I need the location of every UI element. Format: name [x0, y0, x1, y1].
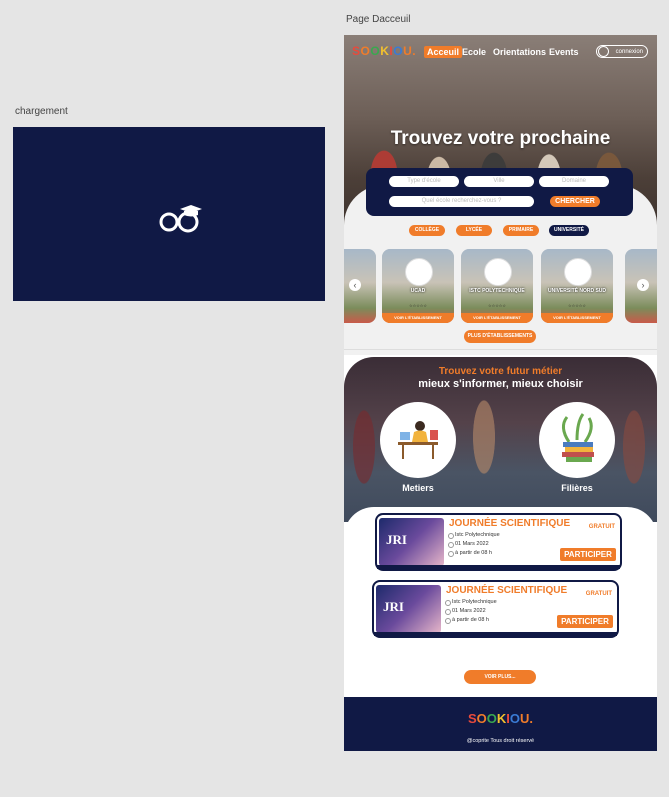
- login-label: connexion: [615, 49, 643, 55]
- event-price: GRATUIT: [585, 591, 612, 597]
- brand-letter: U: [520, 711, 530, 726]
- brand-letter: O: [509, 711, 521, 726]
- worker-desk-icon: [398, 421, 438, 459]
- metiers-card[interactable]: [380, 402, 456, 478]
- brand-letter: .: [412, 44, 417, 58]
- nav-acceuil[interactable]: Acceuil: [424, 46, 463, 58]
- search-panel: Type d'école Ville Domaine Quel école re…: [366, 168, 633, 216]
- event-place: Istc Polytechnique: [448, 532, 500, 539]
- careers-section: Trouvez votre futur métier mieux s'infor…: [344, 357, 657, 522]
- view-school-button[interactable]: VOIR L'ÉTABLISSEMENT: [541, 313, 613, 323]
- school-card[interactable]: UCAD ☆☆☆☆☆ VOIR L'ÉTABLISSEMENT: [382, 249, 454, 323]
- search-button[interactable]: CHERCHER: [550, 196, 600, 207]
- footer: SOOKIOU. @coprite Tous droit réservé: [344, 697, 657, 751]
- event-title: JOURNÉE SCIENTIFIQUE: [449, 518, 571, 529]
- school-card[interactable]: UNIVERSITÉ NORD SUD ☆☆☆☆☆ VOIR L'ÉTABLIS…: [541, 249, 613, 323]
- school-card[interactable]: ISTC POLYTECHNIQUE ☆☆☆☆☆ VOIR L'ÉTABLISS…: [461, 249, 533, 323]
- nav-orientations[interactable]: Orientations: [493, 47, 546, 57]
- see-more-button[interactable]: VOIR PLUS...: [464, 670, 536, 684]
- carousel-prev-icon[interactable]: ‹: [349, 279, 361, 291]
- school-logo-icon: [564, 258, 592, 286]
- brand-letter: O: [476, 711, 487, 726]
- event-title: JOURNÉE SCIENTIFIQUE: [446, 585, 568, 596]
- home-artboard-label: Page Dacceuil: [346, 14, 411, 25]
- login-button[interactable]: connexion: [596, 45, 648, 58]
- category-universite[interactable]: UNIVERSITÉ: [549, 225, 589, 236]
- category-lycee[interactable]: LYCÉE: [456, 225, 492, 236]
- school-rating: ☆☆☆☆☆: [488, 303, 506, 308]
- participate-button[interactable]: PARTICIPER: [557, 615, 613, 628]
- brand-letter: O: [370, 44, 381, 58]
- school-name: UNIVERSITÉ NORD SUD: [547, 288, 607, 294]
- school-rating: ☆☆☆☆☆: [409, 303, 427, 308]
- brand-logo[interactable]: SOOKIOU.: [352, 44, 416, 58]
- event-card-bar: [377, 565, 620, 569]
- brand-letter: O: [360, 44, 371, 58]
- event-time: à partir de 08 h: [445, 617, 489, 624]
- metiers-label: Metiers: [402, 483, 434, 493]
- brand-letter: O: [393, 44, 404, 58]
- section-divider: [344, 349, 657, 350]
- books-plant-icon: [562, 413, 594, 462]
- school-type-field[interactable]: Type d'école: [389, 176, 459, 187]
- schools-carousel: UCAD ☆☆☆☆☆ VOIR L'ÉTABLISSEMENT ISTC POL…: [344, 249, 657, 324]
- copyright-text: @coprite Tous droit réservé: [466, 738, 535, 744]
- event-card-bar: [374, 632, 617, 636]
- event-time: à partir de 08 h: [448, 550, 492, 557]
- careers-subtitle: mieux s'informer, mieux choisir: [418, 378, 583, 390]
- domain-field[interactable]: Domaine: [539, 176, 609, 187]
- school-name: ISTC POLYTECHNIQUE: [469, 288, 525, 294]
- carousel-next-icon[interactable]: ›: [637, 279, 649, 291]
- user-icon: [598, 46, 609, 57]
- school-rating: ☆☆☆☆☆: [568, 303, 586, 308]
- home-page: SOOKIOU. Acceuil Ecole Orientations Even…: [344, 35, 657, 751]
- city-field[interactable]: Ville: [464, 176, 534, 187]
- event-card[interactable]: JRI JOURNÉE SCIENTIFIQUE GRATUIT Istc Po…: [372, 580, 619, 638]
- category-college[interactable]: COLLÈGE: [409, 225, 445, 236]
- brand-letter: O: [486, 711, 497, 726]
- filieres-card[interactable]: [539, 402, 615, 478]
- event-place: Istc Polytechnique: [445, 599, 497, 606]
- event-thumb-title: JRI: [386, 532, 407, 547]
- category-primaire[interactable]: PRIMAIRE: [503, 225, 539, 236]
- view-school-button[interactable]: VOIR L'ÉTABLISSEMENT: [461, 313, 533, 323]
- event-thumbnail: JRI: [376, 585, 441, 633]
- brand-letter: K: [496, 711, 507, 726]
- footer-brand-logo[interactable]: SOOKIOU.: [344, 711, 657, 726]
- event-card[interactable]: JRI JOURNÉE SCIENTIFIQUE GRATUIT Istc Po…: [375, 513, 622, 571]
- careers-title: Trouvez votre futur métier: [438, 366, 563, 377]
- filieres-label: Filières: [561, 483, 593, 493]
- brand-letter: .: [529, 711, 534, 726]
- loading-artboard-label: chargement: [15, 106, 68, 117]
- top-nav: SOOKIOU. Acceuil Ecole Orientations Even…: [344, 39, 657, 61]
- brand-letter: K: [380, 44, 390, 58]
- school-logo-icon: [405, 258, 433, 286]
- school-name: UCAD: [410, 288, 426, 294]
- school-logo-icon: [484, 258, 512, 286]
- event-date: 01 Mars 2022: [448, 541, 489, 548]
- view-school-button[interactable]: VOIR L'ÉTABLISSEMENT: [382, 313, 454, 323]
- search-input[interactable]: Quel école recherchez-vous ?: [389, 196, 534, 207]
- event-date: 01 Mars 2022: [445, 608, 486, 615]
- loading-screen: [13, 127, 325, 301]
- event-thumbnail: JRI: [379, 518, 444, 566]
- brand-letter: S: [467, 711, 477, 726]
- sookiou-logo-icon: [159, 205, 202, 233]
- brand-letter: S: [352, 44, 361, 58]
- event-thumb-title: JRI: [383, 599, 404, 614]
- more-schools-button[interactable]: PLUS D'ÉTABLISSEMENTS: [464, 330, 536, 343]
- participate-button[interactable]: PARTICIPER: [560, 548, 616, 561]
- brand-letter: U: [403, 44, 413, 58]
- nav-ecole[interactable]: Ecole: [462, 47, 486, 57]
- hero-title: Trouvez votre prochaine: [390, 128, 611, 149]
- nav-events[interactable]: Events: [549, 47, 579, 57]
- event-price: GRATUIT: [588, 524, 615, 530]
